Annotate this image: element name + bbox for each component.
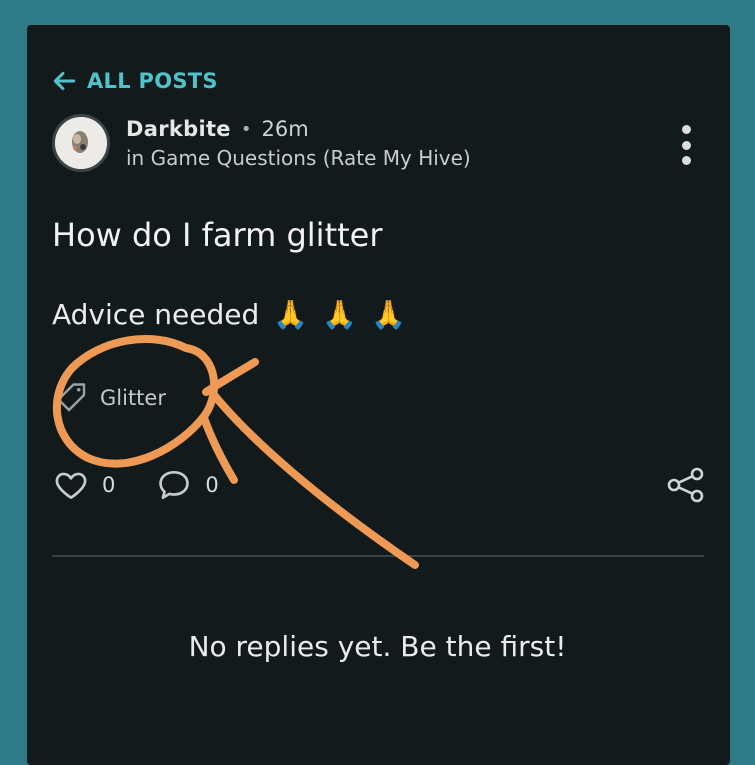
comment-count: 0 <box>205 473 219 497</box>
kebab-menu-icon[interactable] <box>676 125 696 165</box>
kebab-dot <box>681 125 691 134</box>
kebab-dot <box>681 156 691 165</box>
author-name[interactable]: Darkbite <box>126 117 231 141</box>
post-body: Advice needed 🙏 🙏 🙏 <box>52 298 406 331</box>
tag-icon <box>57 383 86 412</box>
all-posts-link[interactable]: ALL POSTS <box>51 68 218 94</box>
all-posts-label: ALL POSTS <box>87 69 218 93</box>
praying-hands-emoji: 🙏 <box>322 298 358 331</box>
like-count: 0 <box>102 473 116 497</box>
praying-hands-emoji: 🙏 <box>273 298 309 331</box>
tag-label: Glitter <box>100 386 166 410</box>
kebab-dot <box>681 140 691 150</box>
like-button[interactable]: 0 <box>52 466 115 504</box>
replies-divider <box>52 555 704 557</box>
tag-chip[interactable]: Glitter <box>54 380 166 416</box>
arrow-left-icon <box>53 71 76 91</box>
author-line: Darkbite • 26m <box>126 117 309 141</box>
comment-icon <box>159 470 190 500</box>
post-time: 26m <box>261 117 309 141</box>
heart-icon <box>55 472 87 500</box>
avatar-image <box>55 117 107 169</box>
separator-dot: • <box>240 118 252 140</box>
post-title: How do I farm glitter <box>52 216 383 254</box>
share-icon[interactable] <box>666 467 706 503</box>
avatar[interactable] <box>52 114 110 172</box>
comment-button[interactable]: 0 <box>155 466 219 504</box>
praying-hands-emoji: 🙏 <box>371 298 406 331</box>
post-stats: 0 0 <box>52 466 219 504</box>
post-body-text: Advice needed <box>52 298 260 331</box>
community-link[interactable]: in Game Questions (Rate My Hive) <box>126 146 471 170</box>
no-replies-message: No replies yet. Be the first! <box>188 630 567 663</box>
